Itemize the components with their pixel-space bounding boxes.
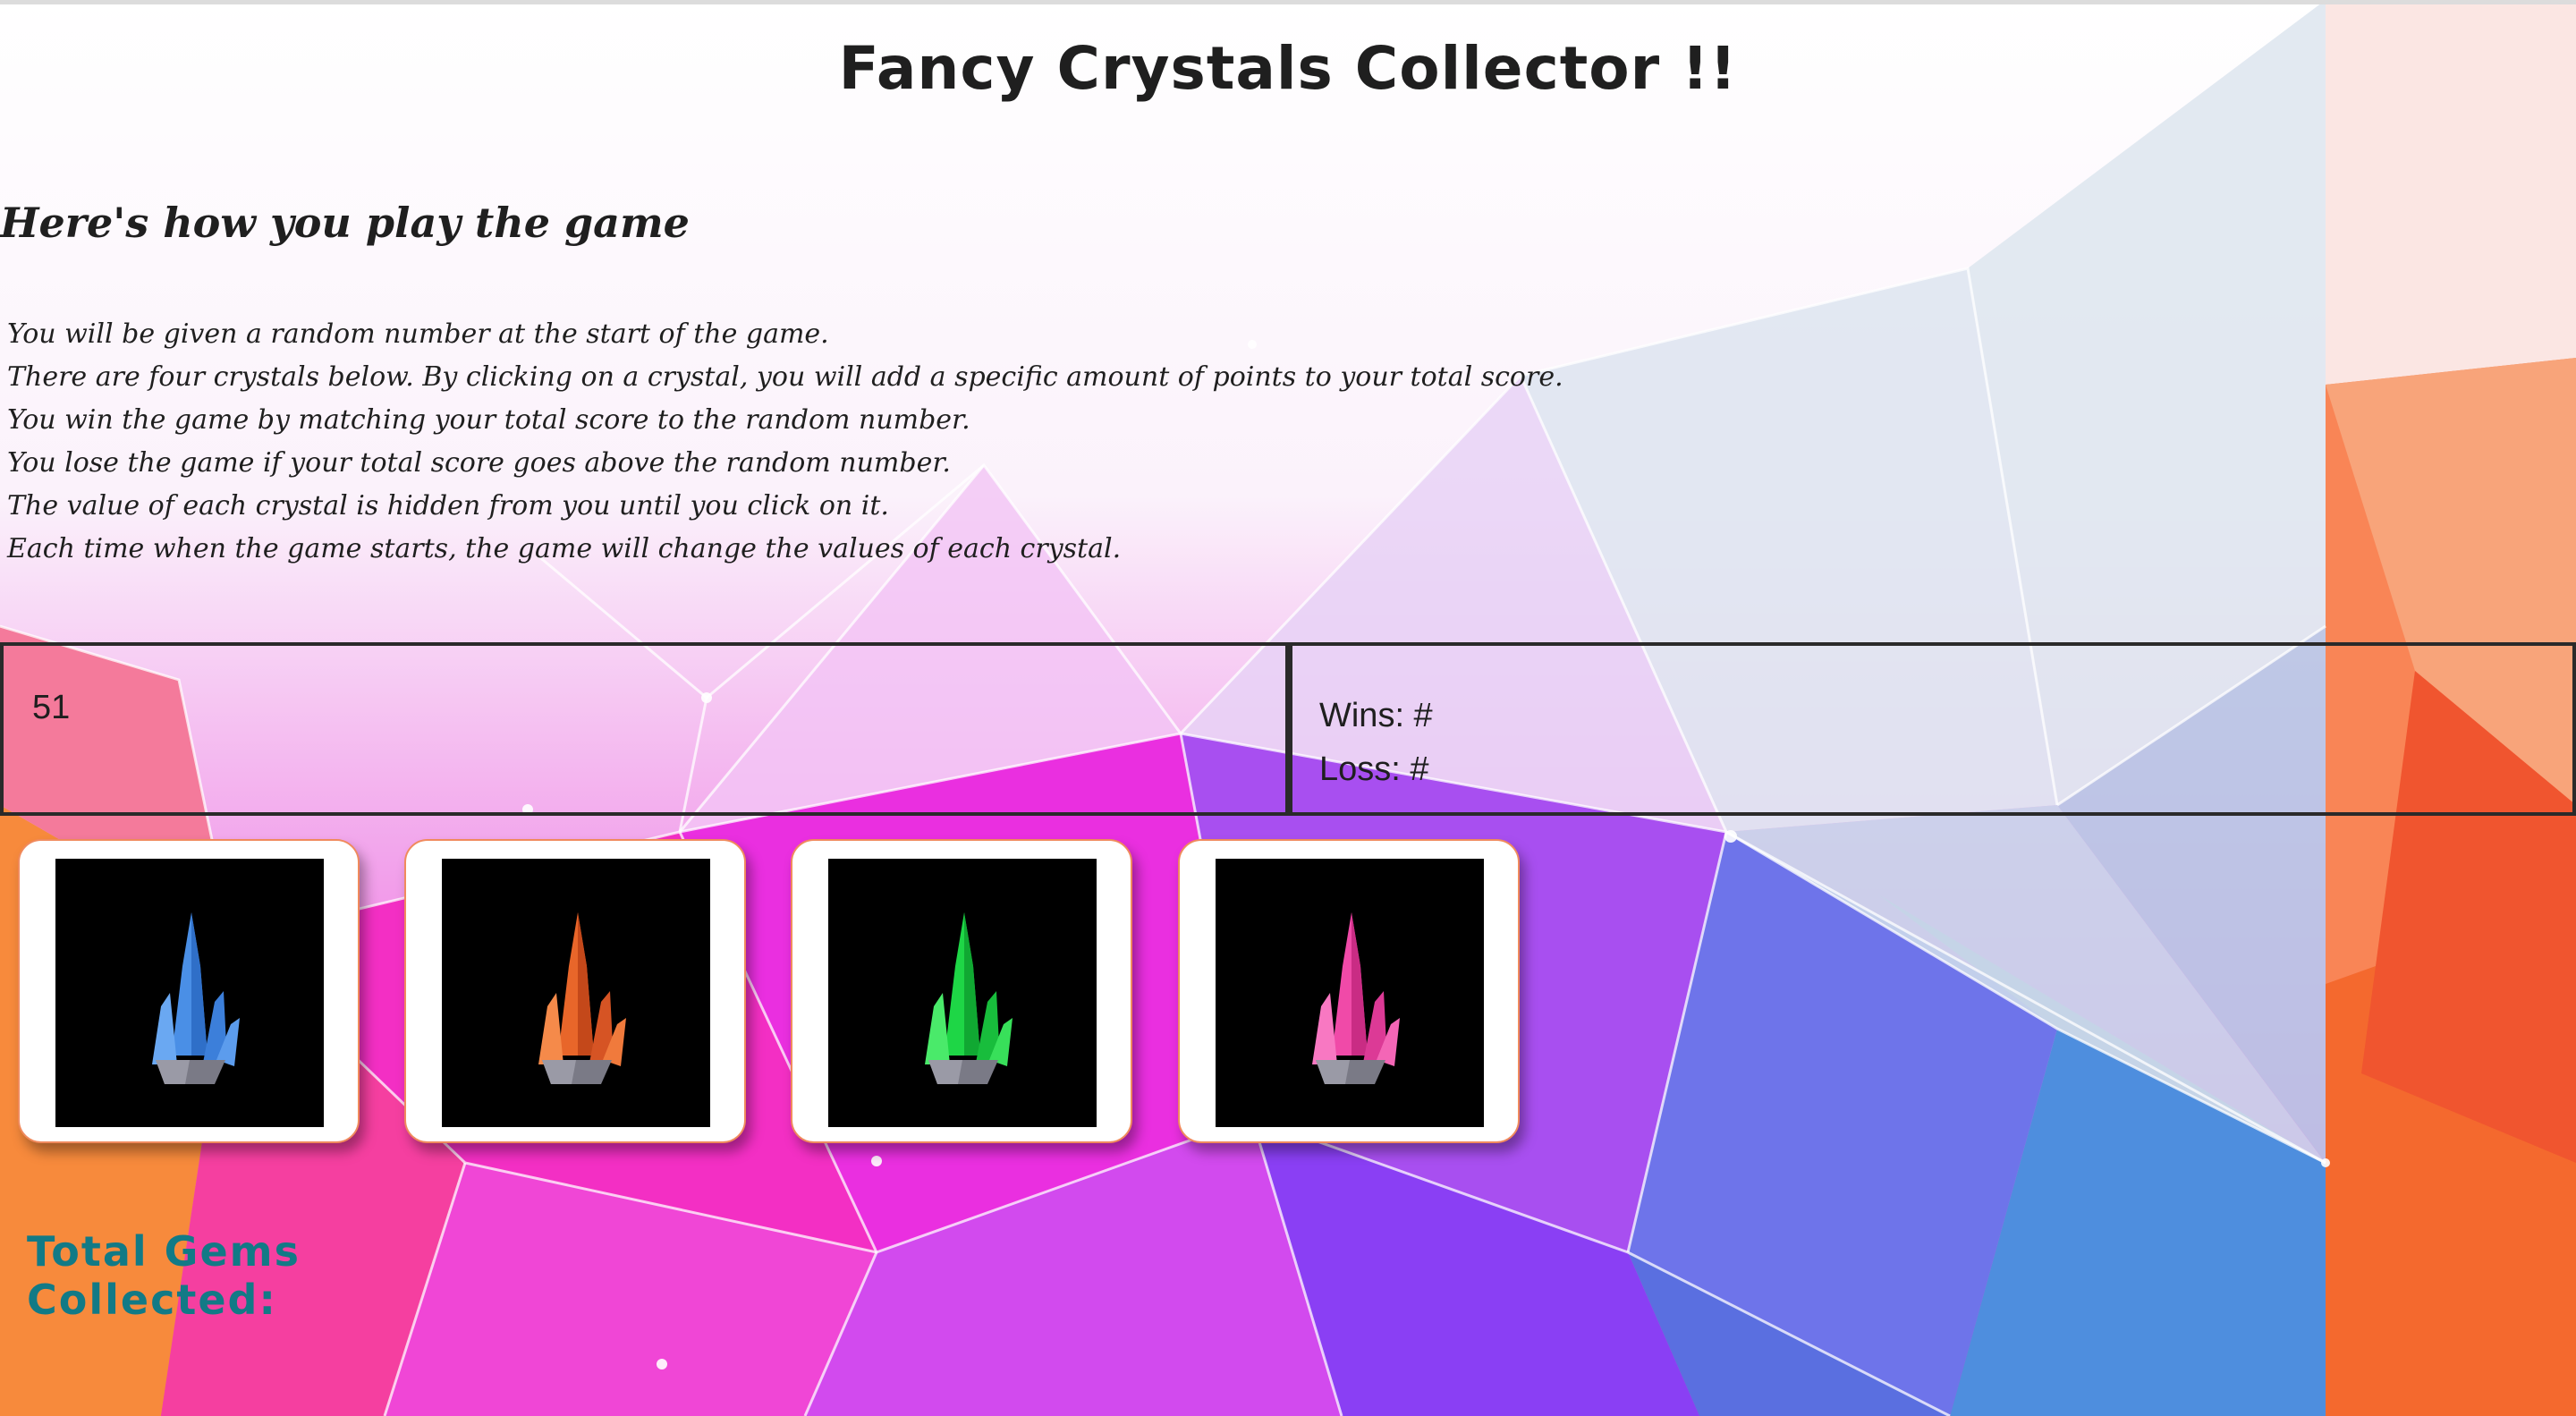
loss-counter: Loss: # <box>1319 750 1429 788</box>
stats: Wins: # Loss: # <box>1319 689 1433 796</box>
rule-item: You lose the game if your total score go… <box>7 447 951 479</box>
green-crystal-icon <box>828 859 1097 1127</box>
crystal-button-orange[interactable] <box>404 839 746 1143</box>
page-title: Fancy Crystals Collector !! <box>838 34 1738 103</box>
top-divider <box>0 0 2576 4</box>
wins-counter: Wins: # <box>1319 697 1433 734</box>
rule-item: You will be given a random number at the… <box>7 318 829 350</box>
orange-crystal-icon <box>442 859 710 1127</box>
rule-item: The value of each crystal is hidden from… <box>7 490 889 521</box>
rule-item: Each time when the game starts, the game… <box>7 533 1122 564</box>
pink-crystal-icon <box>1216 859 1484 1127</box>
rule-item: You win the game by matching your total … <box>7 404 970 436</box>
rule-item: There are four crystals below. By clicki… <box>7 361 1563 393</box>
total-gems-label: Total Gems Collected: <box>27 1227 301 1324</box>
blue-crystal-icon <box>55 859 324 1127</box>
target-number: 51 <box>32 689 71 726</box>
rules-list: You will be given a random number at the… <box>7 313 1563 571</box>
crystal-button-blue[interactable] <box>18 839 360 1143</box>
crystal-button-green[interactable] <box>791 839 1132 1143</box>
instructions-heading: Here's how you play the game <box>0 199 690 247</box>
target-number-panel: 51 <box>0 642 1289 816</box>
crystal-button-pink[interactable] <box>1178 839 1520 1143</box>
stats-panel: Wins: # Loss: # <box>1289 642 2576 816</box>
